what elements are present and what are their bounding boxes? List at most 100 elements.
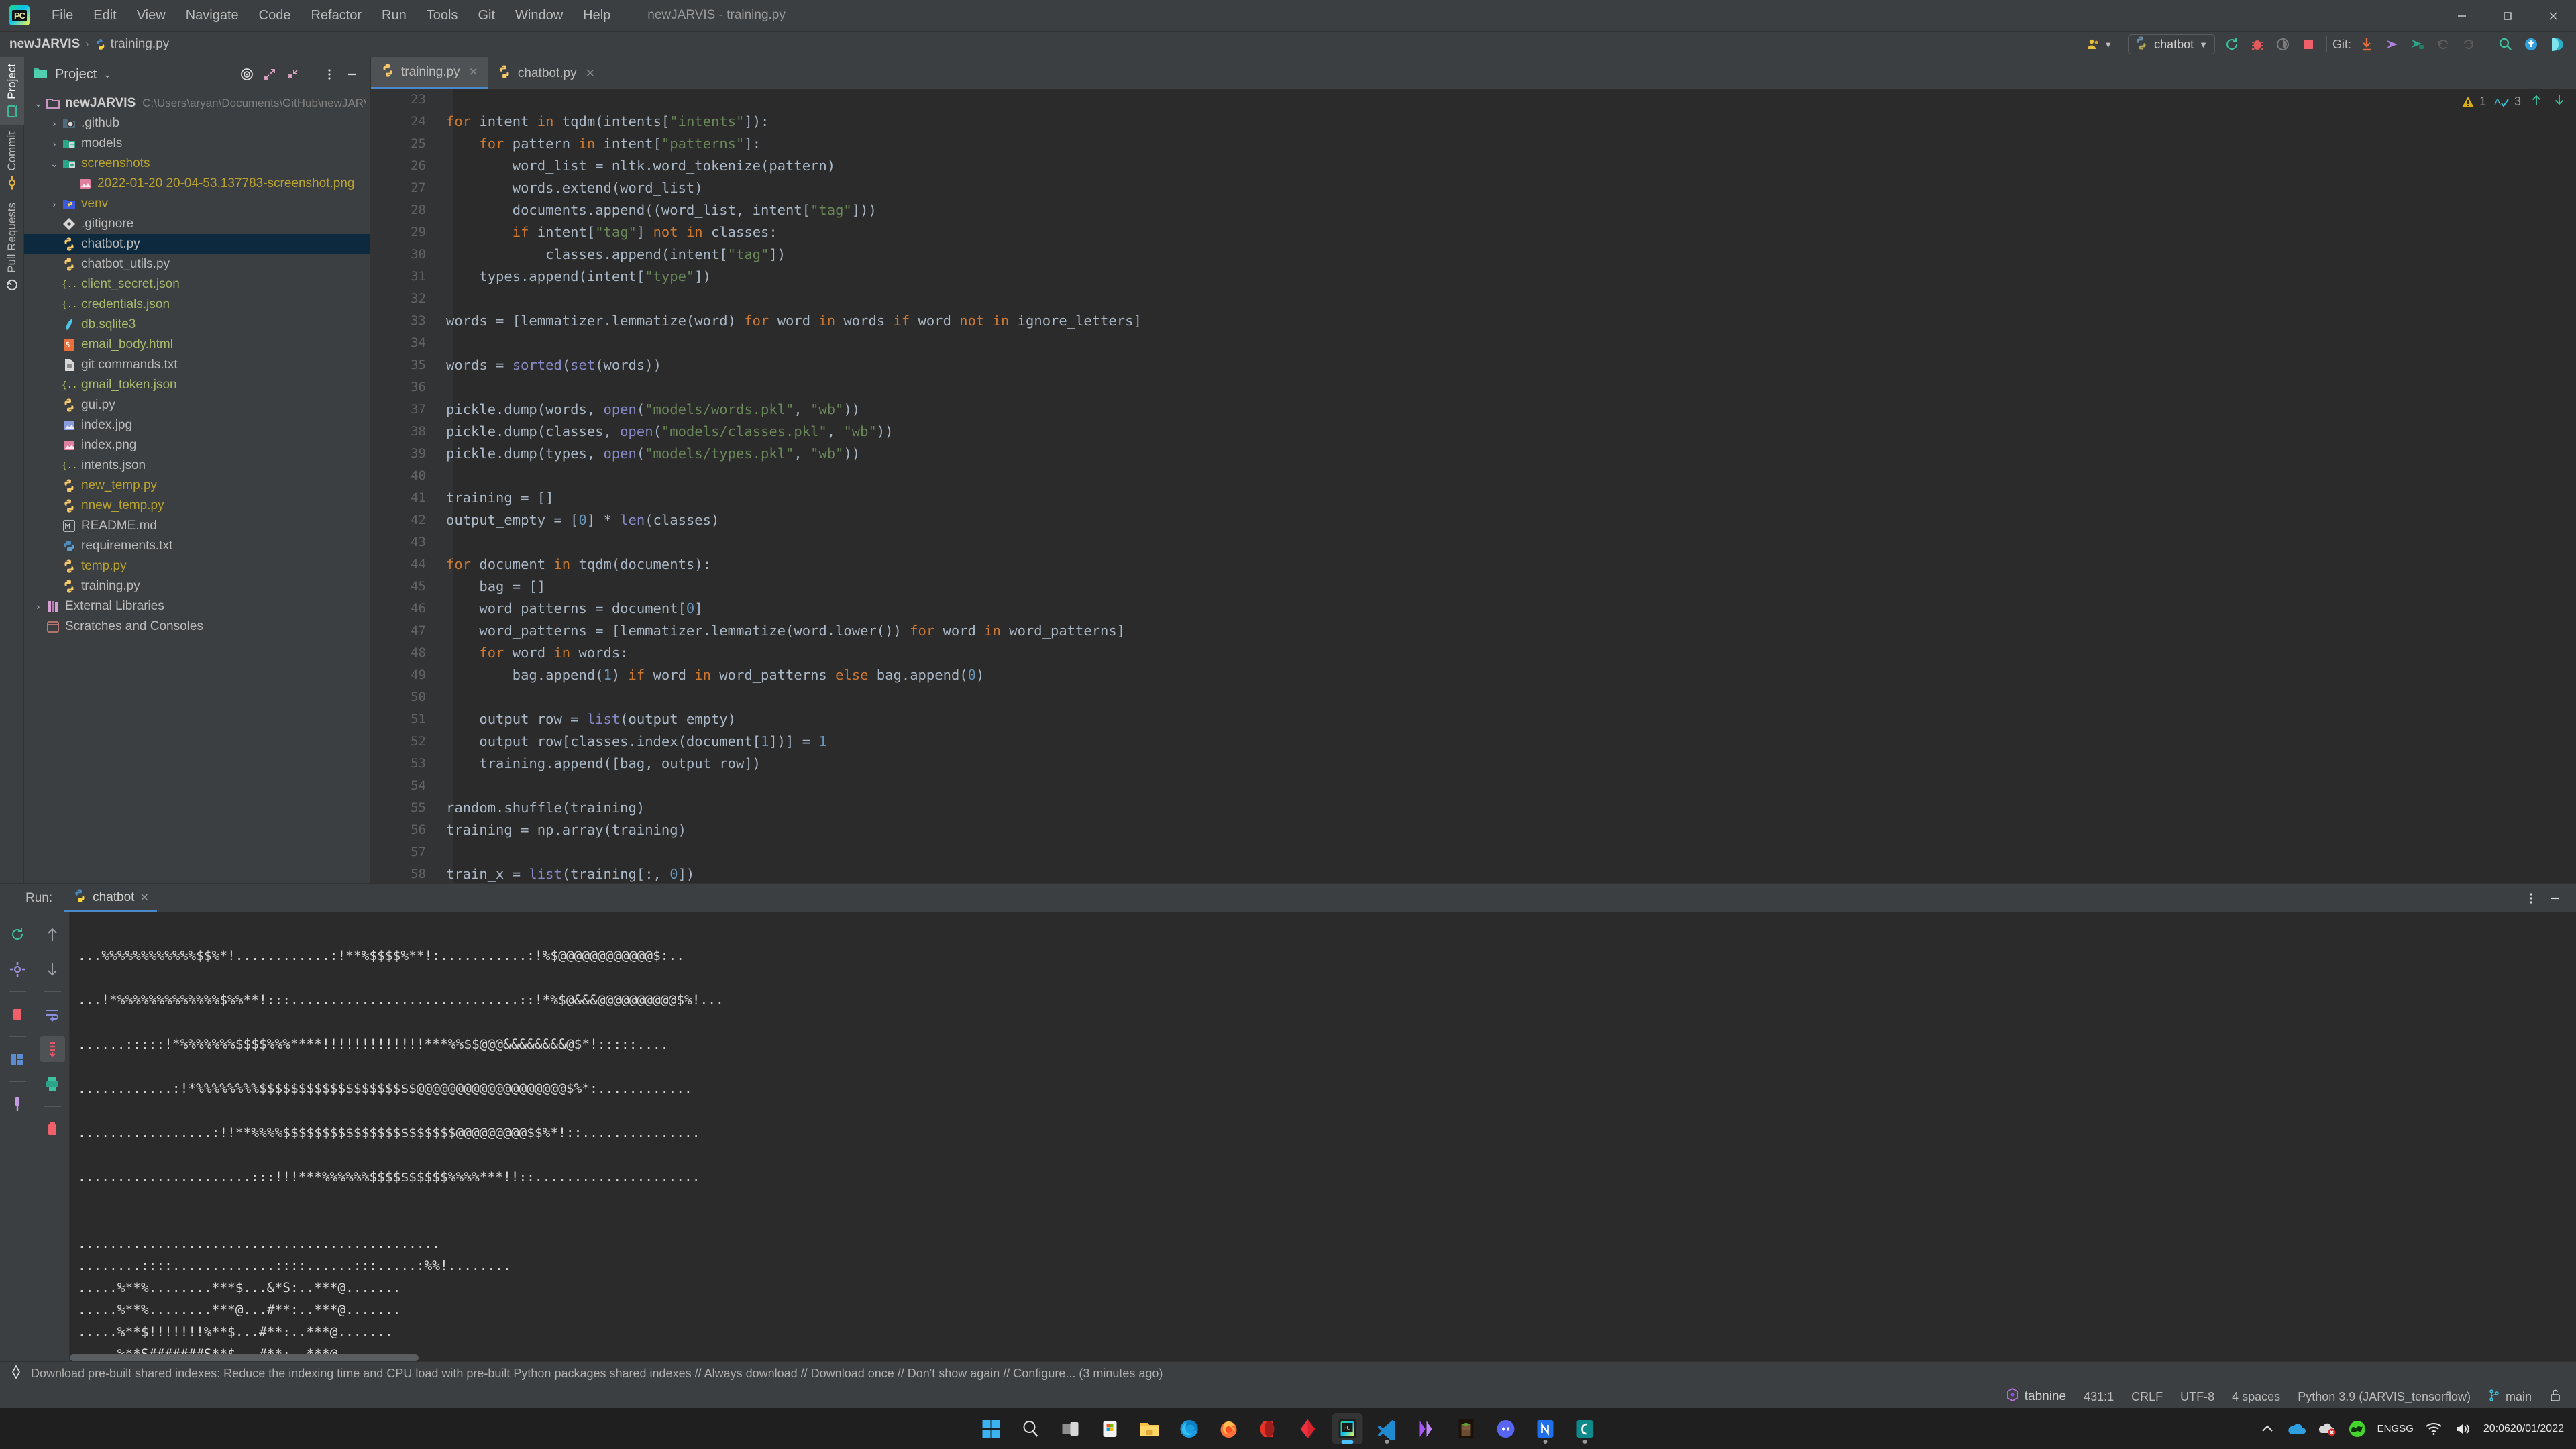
tree-item[interactable]: ⌄ screenshots [24, 154, 370, 174]
tree-item[interactable]: {..}gmail_token.json [24, 375, 370, 395]
notification-bar[interactable]: Download pre-built shared indexes: Reduc… [0, 1362, 2576, 1385]
vs-code-icon[interactable] [1372, 1413, 1403, 1444]
history-back-icon[interactable] [2430, 33, 2456, 56]
scroll-to-end-icon[interactable] [39, 1036, 65, 1062]
firefox-icon[interactable] [1214, 1413, 1244, 1444]
expand-all-icon[interactable] [260, 64, 280, 85]
menu-item-help[interactable]: Help [573, 5, 621, 26]
expand-arrow-icon[interactable]: › [47, 199, 62, 209]
expand-arrow-icon[interactable]: › [31, 601, 46, 612]
search-icon[interactable] [2493, 33, 2518, 56]
tree-item[interactable]: requirements.txt [24, 536, 370, 556]
tree-item[interactable]: db.sqlite3 [24, 315, 370, 335]
clear-all-icon[interactable] [40, 1116, 65, 1142]
coverage-icon[interactable] [2270, 33, 2296, 56]
tree-item[interactable]: training.py [24, 576, 370, 596]
nvidia-icon[interactable] [1411, 1413, 1442, 1444]
menu-item-window[interactable]: Window [505, 5, 573, 26]
tab-chatbot-py[interactable]: chatbot.py ✕ [488, 57, 604, 89]
wifi-icon[interactable] [2424, 1421, 2443, 1437]
tree-item[interactable]: › External Libraries [24, 596, 370, 616]
file-encoding[interactable]: UTF-8 [2180, 1390, 2214, 1404]
ai-assistant-icon[interactable] [2544, 33, 2569, 56]
sidebar-item-commit[interactable]: Commit [0, 125, 24, 197]
figma-icon[interactable] [1293, 1413, 1324, 1444]
tree-item[interactable]: temp.py [24, 556, 370, 576]
line-separator[interactable]: CRLF [2131, 1390, 2163, 1404]
tree-item[interactable]: README.md [24, 516, 370, 536]
sidebar-item-pull-requests[interactable]: Pull Requests [0, 196, 24, 299]
stop-icon[interactable] [5, 1002, 30, 1027]
upload-icon[interactable] [2518, 33, 2544, 56]
tree-item[interactable]: {..}intents.json [24, 455, 370, 476]
expand-arrow-icon[interactable]: ⌄ [31, 98, 46, 109]
discord-icon[interactable] [1491, 1413, 1521, 1444]
git-commit-icon[interactable] [2405, 33, 2430, 56]
show-hidden-icons-icon[interactable] [2259, 1421, 2275, 1437]
close-icon[interactable]: ✕ [586, 67, 595, 80]
menu-item-edit[interactable]: Edit [83, 5, 126, 26]
expand-arrow-icon[interactable]: › [47, 138, 62, 149]
tree-item[interactable]: index.png [24, 435, 370, 455]
breadcrumb-file[interactable]: training.py [111, 37, 170, 52]
microsoft-edge-icon[interactable] [1174, 1413, 1205, 1444]
locate-icon[interactable] [237, 64, 257, 85]
tree-item[interactable]: ⌄ newJARVIS C:\Users\aryan\Documents\GitHu… [24, 93, 370, 113]
inspection-widget[interactable]: 1 A 3 [2461, 93, 2567, 111]
menu-item-file[interactable]: File [42, 5, 83, 26]
menu-item-run[interactable]: Run [372, 5, 417, 26]
cloud-sync-error-icon[interactable] [2317, 1421, 2337, 1437]
hide-icon[interactable] [342, 64, 362, 85]
microsoft-store-icon[interactable] [1095, 1413, 1126, 1444]
git-branch-widget[interactable]: main [2488, 1389, 2532, 1405]
menu-item-refactor[interactable]: Refactor [301, 5, 372, 26]
indent-setting[interactable]: 4 spaces [2232, 1390, 2280, 1404]
sidebar-item-project[interactable]: Project [0, 57, 24, 125]
stop-icon[interactable] [2296, 33, 2321, 56]
python-interpreter[interactable]: Python 3.9 (JARVIS_tensorflow) [2298, 1390, 2471, 1404]
opera-gx-icon[interactable] [1253, 1413, 1284, 1444]
pin-icon[interactable] [5, 1091, 30, 1117]
soft-wrap-icon[interactable] [40, 1002, 65, 1027]
tree-item[interactable]: › .github [24, 113, 370, 133]
clock-widget[interactable]: 20:06 20/01/2022 [2483, 1422, 2564, 1435]
tree-item[interactable]: 5 email_body.html [24, 335, 370, 355]
chevron-down-icon[interactable]: ⌄ [103, 69, 111, 80]
menu-item-code[interactable]: Code [249, 5, 301, 26]
tree-item[interactable]: git commands.txt [24, 355, 370, 375]
expand-arrow-icon[interactable]: › [47, 118, 62, 129]
tree-item[interactable]: {..}credentials.json [24, 294, 370, 315]
close-icon[interactable]: ✕ [469, 66, 478, 79]
close-button[interactable] [2530, 0, 2576, 32]
file-explorer-icon[interactable] [1134, 1413, 1165, 1444]
arrow-up-icon[interactable] [2529, 93, 2544, 111]
menu-item-git[interactable]: Git [468, 5, 505, 26]
settings-icon[interactable] [5, 957, 30, 982]
razer-icon[interactable] [2348, 1419, 2367, 1438]
tree-item[interactable]: {..}client_secret.json [24, 274, 370, 294]
print-icon[interactable] [40, 1071, 65, 1097]
scroll-down-icon[interactable] [40, 957, 65, 982]
menu-item-navigate[interactable]: Navigate [176, 5, 249, 26]
language-indicator[interactable]: ENG SG [2377, 1423, 2414, 1434]
minimize-button[interactable] [2439, 0, 2485, 32]
tree-item[interactable]: › models [24, 133, 370, 154]
run-tab-chatbot[interactable]: chatbot ✕ [64, 884, 157, 912]
tree-item[interactable]: nnew_temp.py [24, 496, 370, 516]
tree-item[interactable]: 2022-01-20 20-04-53.137783-screenshot.pn… [24, 174, 370, 194]
users-icon[interactable] [2081, 33, 2106, 56]
tree-item[interactable]: gui.py [24, 395, 370, 415]
breadcrumb-project[interactable]: newJARVIS [9, 37, 80, 52]
pycharm-icon[interactable]: PC [1332, 1413, 1363, 1444]
git-update-icon[interactable] [2354, 33, 2379, 56]
arrow-down-icon[interactable] [2552, 93, 2567, 111]
chevron-down-icon[interactable]: ▼ [2104, 40, 2112, 50]
tabnine-widget[interactable]: tabnine [2005, 1387, 2066, 1406]
volume-icon[interactable] [2454, 1421, 2473, 1437]
scroll-up-icon[interactable] [40, 922, 65, 947]
history-forward-icon[interactable] [2456, 33, 2481, 56]
search-icon[interactable] [1016, 1413, 1046, 1444]
collapse-all-icon[interactable] [282, 64, 303, 85]
rerun-icon[interactable] [5, 922, 30, 947]
windows-start-icon[interactable] [976, 1413, 1007, 1444]
